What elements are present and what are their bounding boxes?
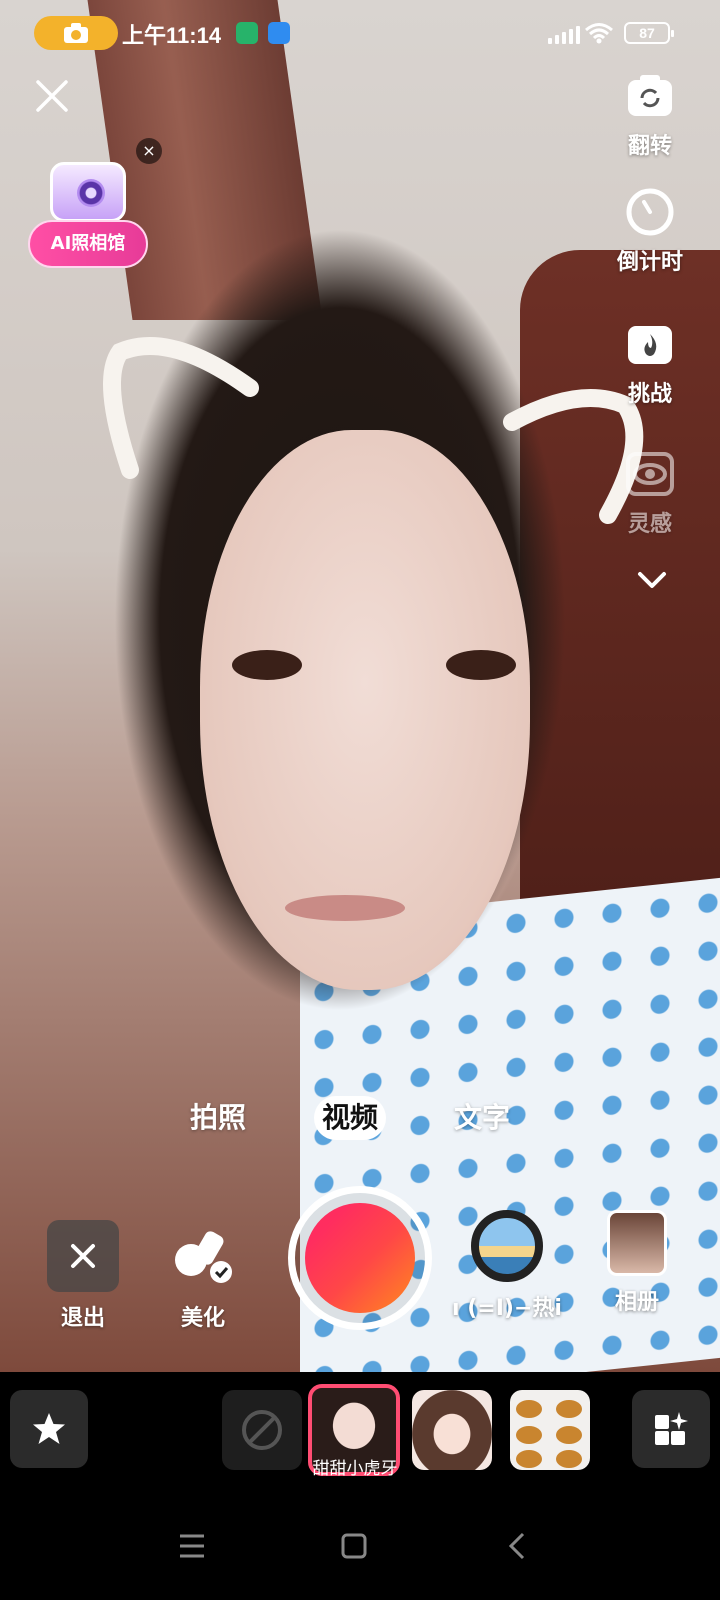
camera-lens-icon	[77, 179, 105, 207]
no-effect-button[interactable]	[222, 1390, 302, 1470]
selected-effect-name: 甜甜小虎牙	[312, 1459, 398, 1479]
challenge-icon	[628, 326, 672, 364]
inspiration-icon	[626, 452, 674, 496]
record-button-core	[305, 1203, 415, 1313]
timer-button[interactable]: 倒计时	[600, 186, 700, 276]
signal-strength-icon	[548, 24, 580, 44]
ai-studio-dismiss-button[interactable]: ×	[136, 138, 162, 164]
ai-photo-studio-label: AI照相馆	[28, 220, 148, 268]
flip-camera-icon	[628, 75, 672, 116]
flip-camera-button[interactable]: 翻转	[600, 70, 700, 160]
effects-library-button[interactable]	[632, 1390, 710, 1468]
star-icon	[33, 1413, 65, 1444]
flip-camera-label: 翻转	[627, 134, 672, 159]
hot-effect-button[interactable]: ı (=I)−热i	[452, 1210, 562, 1322]
beautify-icon	[175, 1231, 232, 1283]
challenge-button[interactable]: 挑战	[600, 318, 700, 408]
beautify-button[interactable]: 美化	[148, 1220, 258, 1332]
back-icon[interactable]	[496, 1524, 540, 1568]
no-effect-icon	[242, 1410, 282, 1450]
camera-icon	[64, 23, 88, 43]
album-thumbnail	[607, 1210, 667, 1276]
ai-photo-studio-button[interactable]: AI照相馆	[28, 138, 152, 272]
beautify-label: 美化	[180, 1306, 225, 1331]
wifi-icon	[585, 23, 613, 44]
battery-level: 87	[639, 25, 655, 41]
battery-indicator: 87	[624, 22, 674, 44]
inspiration-button[interactable]: 灵感	[600, 448, 700, 538]
subject-eye-left	[232, 650, 302, 680]
app-notification-icon	[268, 22, 290, 44]
effects-strip: 甜甜小虎牙	[0, 1372, 720, 1492]
subject-eye-right	[446, 650, 516, 680]
inspiration-label: 灵感	[627, 512, 672, 537]
grid-sparkle-icon	[655, 1412, 688, 1445]
album-button[interactable]: 相册	[582, 1210, 692, 1316]
close-camera-button[interactable]	[30, 74, 74, 118]
exit-box	[47, 1220, 119, 1292]
effect-food-menu[interactable]	[510, 1390, 590, 1470]
screen-record-indicator[interactable]	[34, 16, 118, 50]
tab-video[interactable]: 视频	[314, 1096, 387, 1140]
timer-label: 倒计时	[616, 250, 683, 275]
system-navigation-bar	[0, 1492, 720, 1600]
close-icon	[71, 1244, 95, 1268]
chevron-down-icon[interactable]	[634, 566, 670, 594]
security-shield-icon	[236, 22, 258, 44]
challenge-label: 挑战	[627, 382, 672, 407]
timer-icon	[626, 188, 674, 236]
status-bar: 上午11:14 87	[0, 0, 720, 64]
subject-mouth	[285, 895, 405, 921]
status-time: 上午11:14	[122, 23, 222, 48]
tab-text[interactable]: 文字	[454, 1096, 510, 1140]
effect-bow-glasses[interactable]	[412, 1390, 492, 1470]
tab-photo[interactable]: 拍照	[190, 1096, 246, 1140]
hot-effect-label: ı (=I)−热i	[452, 1296, 562, 1321]
exit-label: 退出	[60, 1306, 105, 1331]
home-icon[interactable]	[332, 1524, 376, 1568]
hot-effect-thumbnail	[471, 1210, 543, 1282]
album-label: 相册	[614, 1290, 659, 1315]
record-button[interactable]	[288, 1186, 432, 1330]
capture-mode-tabs: 拍照 视频 文字	[0, 1096, 720, 1146]
favorites-button[interactable]	[10, 1390, 88, 1468]
menu-icon[interactable]	[170, 1524, 214, 1568]
ai-camera-icon	[50, 162, 126, 222]
exit-button[interactable]: 退出	[28, 1220, 138, 1332]
